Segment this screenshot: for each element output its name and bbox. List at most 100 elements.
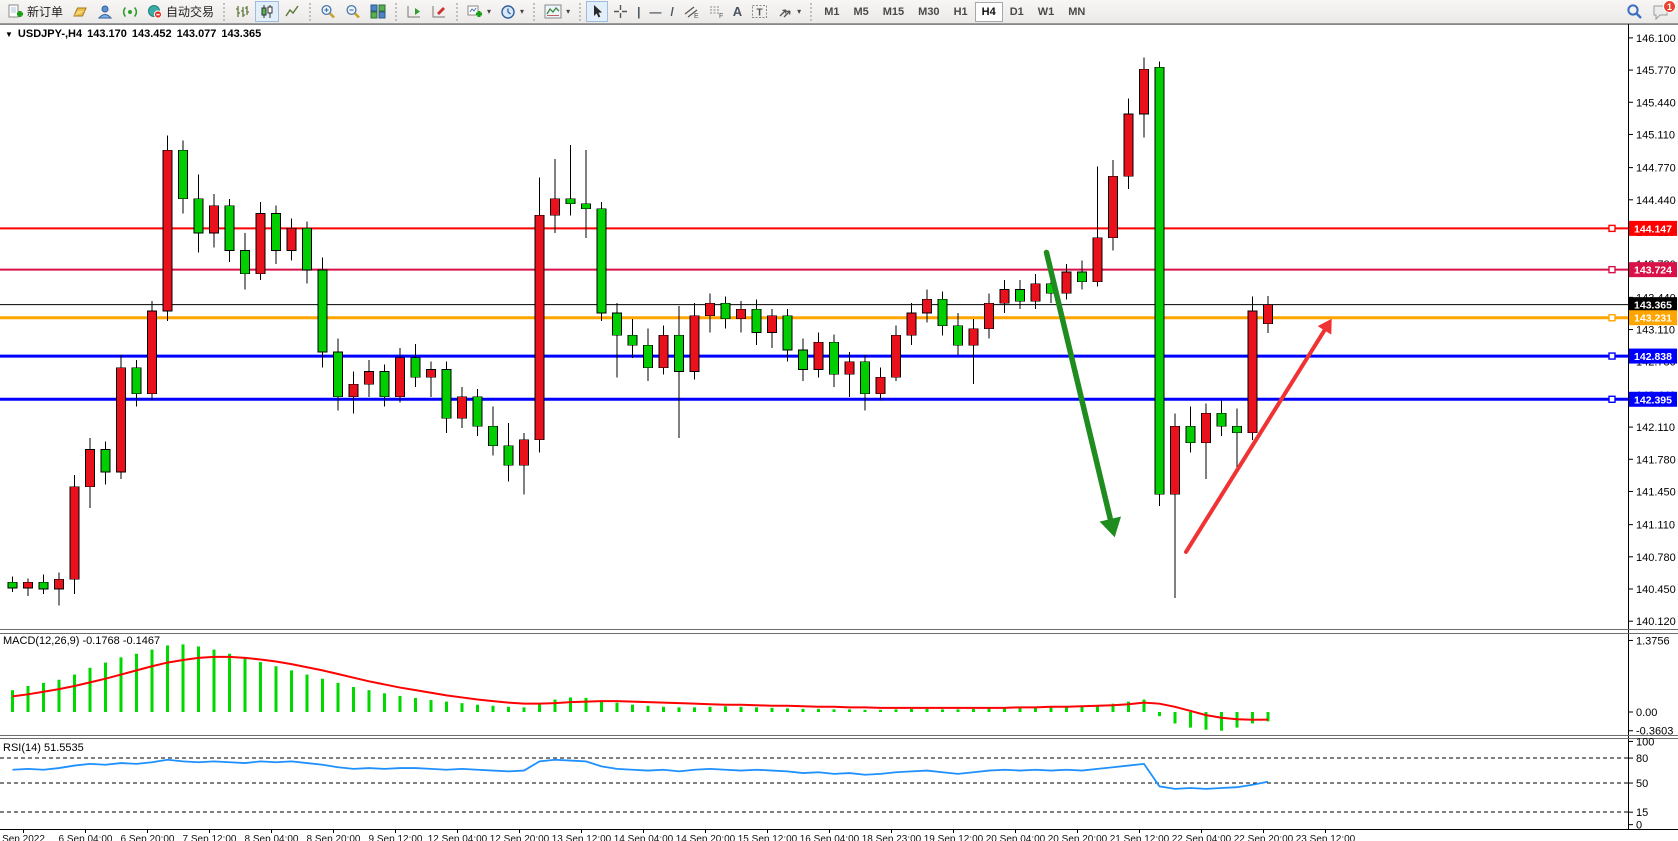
svg-text:143.231: 143.231 xyxy=(1634,313,1672,325)
timeframe-m5[interactable]: M5 xyxy=(846,2,875,22)
crosshair-button[interactable] xyxy=(609,1,632,22)
candle-down xyxy=(597,209,606,313)
equidistant-channel-button[interactable]: E xyxy=(679,1,703,22)
candle-down xyxy=(1186,426,1195,443)
candle-down xyxy=(613,313,622,335)
dropdown-caret: ▾ xyxy=(566,7,570,16)
candle-up xyxy=(535,215,544,439)
line-chart-button[interactable] xyxy=(280,1,304,22)
time-label: 16 Sep 04:00 xyxy=(800,834,860,841)
candle-down xyxy=(179,150,188,199)
candle-up xyxy=(520,440,529,465)
auto-trading-button[interactable]: 自动交易 xyxy=(143,1,218,22)
svg-text:15: 15 xyxy=(1636,807,1648,819)
macd-bar xyxy=(120,657,123,712)
timeframe-h4[interactable]: H4 xyxy=(975,2,1003,22)
macd-bar xyxy=(988,708,991,712)
line-chart-icon xyxy=(284,4,300,19)
candle-down xyxy=(318,270,327,352)
macd-bar xyxy=(321,679,324,712)
auto-trading-label: 自动交易 xyxy=(166,3,214,20)
text-tool-button[interactable]: A xyxy=(729,1,746,22)
candle-down xyxy=(225,206,234,251)
time-label: 22 Sep 20:00 xyxy=(1234,834,1294,841)
time-label: 18 Sep 23:00 xyxy=(862,834,922,841)
community-icon xyxy=(97,4,113,19)
candle-down xyxy=(783,316,792,350)
templates-button[interactable]: ▾ xyxy=(540,1,574,22)
time-label: Sep 2022 xyxy=(2,834,45,841)
fibonacci-button[interactable]: F xyxy=(704,1,728,22)
time-label: 21 Sep 12:00 xyxy=(1110,834,1170,841)
candle-down xyxy=(644,345,653,367)
macd-bar xyxy=(631,705,634,712)
time-label: 20 Sep 04:00 xyxy=(986,834,1046,841)
candlestick-icon xyxy=(259,4,275,19)
cursor-button[interactable] xyxy=(586,1,608,22)
candle-up xyxy=(210,206,219,233)
svg-text:144.147: 144.147 xyxy=(1634,223,1672,235)
macd-bar xyxy=(523,707,526,712)
price-badge: 143.231 xyxy=(1629,310,1677,325)
timeframe-mn[interactable]: MN xyxy=(1061,2,1092,22)
search-button[interactable] xyxy=(1622,1,1647,22)
macd-bar xyxy=(740,707,743,712)
toolbar-grip xyxy=(308,3,312,21)
timeframe-m1[interactable]: M1 xyxy=(817,2,846,22)
macd-bar xyxy=(492,706,495,712)
zoom-out-button[interactable] xyxy=(341,1,365,22)
auto-shift-button[interactable] xyxy=(427,1,451,22)
chat-button[interactable]: 1 xyxy=(1648,1,1674,22)
macd-bar xyxy=(585,698,588,712)
community-button[interactable] xyxy=(93,1,117,22)
macd-bar xyxy=(941,709,944,712)
macd-bar xyxy=(678,707,681,712)
shapes-button[interactable]: ▾ xyxy=(773,1,805,22)
macd-bar xyxy=(786,708,789,712)
shapes-icon xyxy=(777,4,793,19)
candle-down xyxy=(830,342,839,374)
zoom-in-button[interactable] xyxy=(316,1,340,22)
toolbar-grip xyxy=(455,3,459,21)
candle-down xyxy=(334,352,343,397)
candle-down xyxy=(938,299,947,325)
trendline-button[interactable]: / xyxy=(666,1,677,22)
timeframe-m30[interactable]: M30 xyxy=(911,2,946,22)
timeframe-buttons: M1M5M15M30H1H4D1W1MN xyxy=(817,2,1092,22)
macd-bar xyxy=(166,645,169,712)
collapse-icon[interactable]: ▼ xyxy=(5,30,13,39)
svg-text:0.00: 0.00 xyxy=(1636,707,1657,719)
timeframe-h1[interactable]: H1 xyxy=(947,2,975,22)
new-order-button[interactable]: 新订单 xyxy=(4,1,67,22)
candle-up xyxy=(163,150,172,311)
macd-bar xyxy=(197,646,200,712)
macd-bar xyxy=(399,696,402,712)
macd-bar xyxy=(27,686,30,712)
macd-bar xyxy=(461,703,464,712)
candle-down xyxy=(721,303,730,319)
candle-down xyxy=(861,362,870,394)
new-chart-button[interactable]: ▾ xyxy=(463,1,495,22)
vertical-line-button[interactable]: | xyxy=(633,1,644,22)
periods-button[interactable]: ▾ xyxy=(496,1,528,22)
timeframe-m15[interactable]: M15 xyxy=(876,2,911,22)
profiles-button[interactable] xyxy=(68,1,92,22)
macd-bar xyxy=(368,690,371,712)
timeframe-w1[interactable]: W1 xyxy=(1031,2,1062,22)
macd-bar xyxy=(306,675,309,712)
tile-windows-button[interactable] xyxy=(366,1,390,22)
chart-area: 146.100145.770145.440145.110144.770144.4… xyxy=(0,24,1678,841)
candlestick-button[interactable] xyxy=(255,1,279,22)
bar-chart-button[interactable] xyxy=(230,1,254,22)
svg-text:142.838: 142.838 xyxy=(1634,351,1672,363)
macd-bar xyxy=(926,709,929,712)
candle-down xyxy=(489,426,498,446)
candle-up xyxy=(706,303,715,316)
chart-canvas[interactable]: 146.100145.770145.440145.110144.770144.4… xyxy=(0,24,1678,841)
shift-end-button[interactable] xyxy=(402,1,426,22)
horizontal-line-button[interactable]: — xyxy=(645,1,665,22)
macd-bar xyxy=(693,707,696,712)
timeframe-d1[interactable]: D1 xyxy=(1003,2,1031,22)
signals-button[interactable] xyxy=(118,1,142,22)
text-label-button[interactable]: T xyxy=(747,1,772,22)
